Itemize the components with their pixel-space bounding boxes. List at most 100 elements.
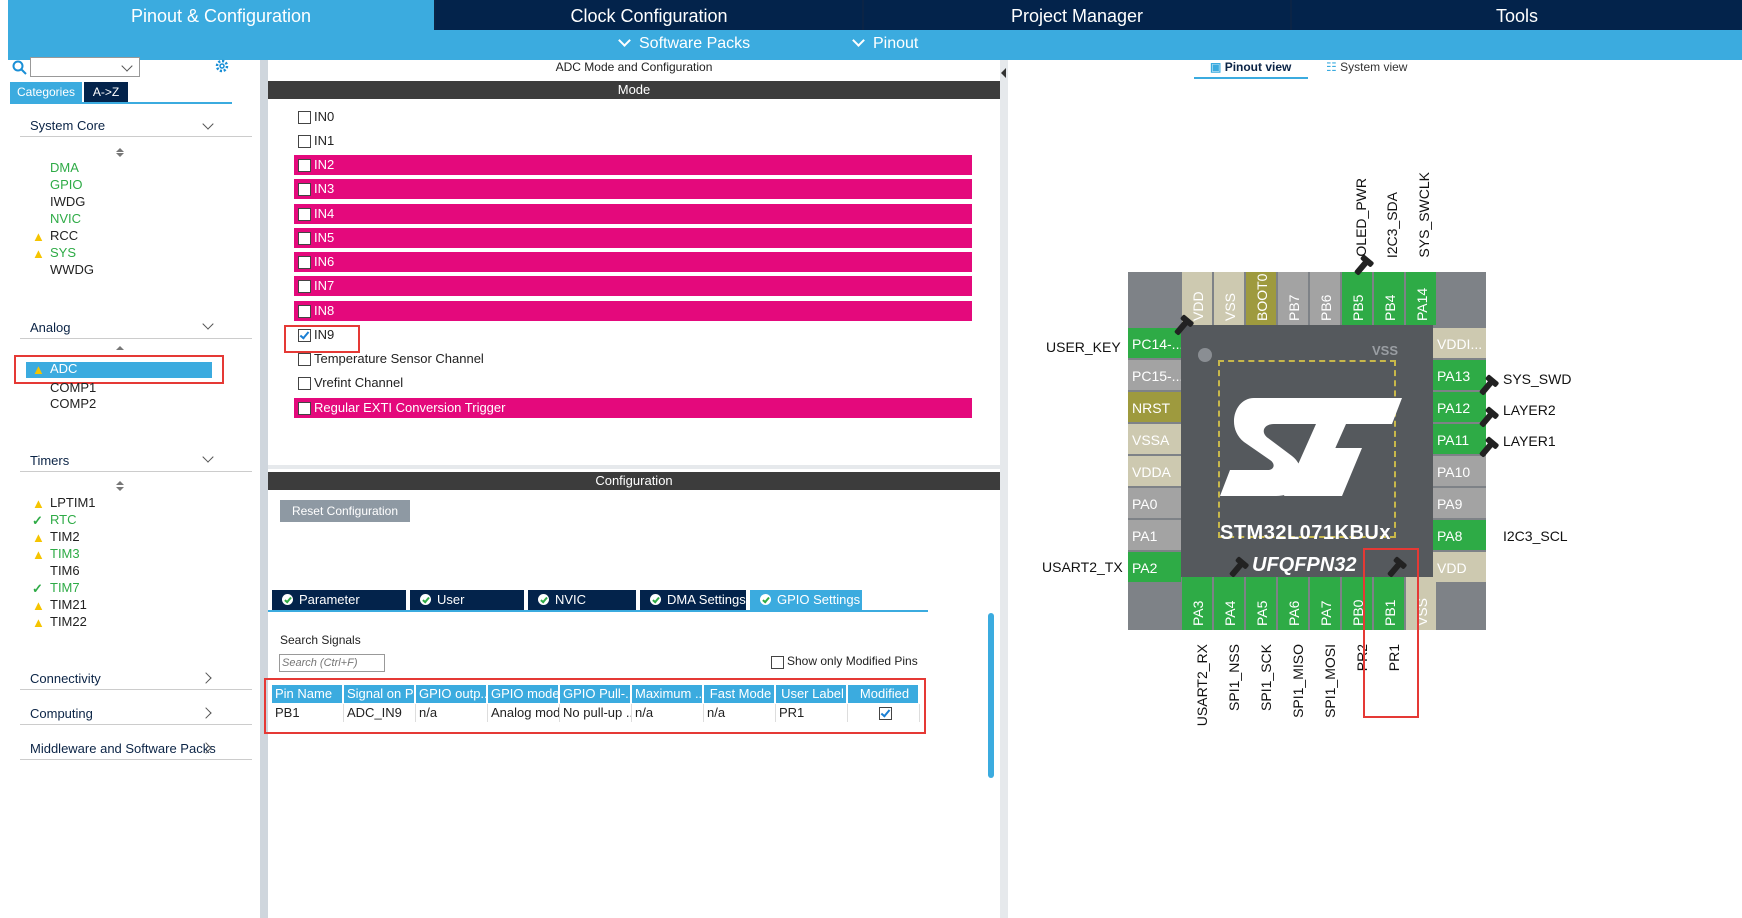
channel-temp-sensor[interactable]: Temperature Sensor Channel (294, 349, 972, 369)
pin-vddio[interactable]: VDDI... (1433, 328, 1486, 358)
pin-right-vdd[interactable]: VDD (1433, 552, 1486, 582)
tab-clock-configuration[interactable]: Clock Configuration (436, 0, 862, 30)
categories-tab[interactable]: Categories (10, 82, 82, 102)
pin-top-vss[interactable]: VSS (1214, 272, 1244, 325)
label-oled-pwr[interactable]: OLED_PWR (1353, 178, 1369, 257)
tab-user-constants[interactable]: User Constants (410, 590, 524, 627)
sort-down-icon[interactable] (116, 153, 124, 157)
channel-in5[interactable]: IN5 (294, 228, 972, 248)
sort-up-icon[interactable] (116, 148, 124, 152)
checkbox[interactable] (298, 159, 311, 172)
pin-pa14[interactable]: PA14 (1406, 272, 1436, 325)
pin-pa5[interactable]: PA5 (1246, 577, 1276, 630)
pin-vdda[interactable]: VDDA (1128, 456, 1181, 486)
label-sys-swclk[interactable]: SYS_SWCLK (1416, 172, 1432, 258)
pin-pa0[interactable]: PA0 (1128, 488, 1181, 518)
checkbox[interactable] (298, 135, 311, 148)
item-rcc[interactable]: ▲ RCC (32, 227, 78, 245)
checkbox[interactable] (298, 377, 311, 390)
chevron-down-icon[interactable] (202, 318, 214, 330)
search-icon[interactable] (12, 60, 28, 76)
item-nvic[interactable]: NVIC (50, 210, 81, 228)
pin-boot0[interactable]: BOOT0 (1246, 272, 1276, 325)
item-tim6[interactable]: TIM6 (50, 562, 80, 580)
checkbox[interactable] (298, 208, 311, 221)
channel-in4[interactable]: IN4 (294, 204, 972, 224)
show-modified-checkbox[interactable] (771, 656, 784, 669)
item-tim21[interactable]: ▲ TIM21 (32, 596, 87, 614)
pin-pb7[interactable]: PB7 (1278, 272, 1308, 325)
pin-pa13[interactable]: PA13 (1433, 360, 1486, 390)
gear-icon[interactable] (214, 58, 230, 74)
channel-in7[interactable]: IN7 (294, 276, 972, 296)
channel-in1[interactable]: IN1 (294, 131, 972, 151)
label-usart2-tx[interactable]: USART2_TX (1042, 559, 1123, 575)
tab-project-manager[interactable]: Project Manager (864, 0, 1290, 30)
reset-configuration-button[interactable]: Reset Configuration (280, 500, 410, 522)
item-tim7[interactable]: ✓ TIM7 (32, 579, 80, 597)
regular-exti-trigger[interactable]: Regular EXTI Conversion Trigger (294, 398, 972, 418)
pin-pc15[interactable]: PC15-... (1128, 360, 1181, 390)
category-system-core[interactable]: System Core (30, 118, 105, 133)
item-wwdg[interactable]: WWDG (50, 261, 94, 279)
az-tab[interactable]: A->Z (84, 82, 128, 102)
checkbox[interactable] (298, 353, 311, 366)
channel-in3[interactable]: IN3 (294, 179, 972, 199)
sort-down-icon[interactable] (116, 487, 124, 491)
search-combo[interactable] (30, 57, 140, 77)
channel-in9[interactable]: IN9 (294, 325, 972, 345)
pin-pa4[interactable]: PA4 (1214, 577, 1244, 630)
channel-in0[interactable]: IN0 (294, 107, 972, 127)
collapse-arrow-icon[interactable] (1001, 68, 1006, 78)
left-splitter[interactable] (260, 60, 268, 918)
label-usart2-rx[interactable]: USART2_RX (1194, 644, 1210, 726)
sort-up-icon[interactable] (116, 481, 124, 485)
pin-pa1[interactable]: PA1 (1128, 520, 1181, 550)
item-comp2[interactable]: COMP2 (50, 395, 96, 413)
chevron-down-icon[interactable] (202, 451, 214, 463)
label-sys-swd[interactable]: SYS_SWD (1503, 371, 1571, 387)
label-spi1-sck[interactable]: SPI1_SCK (1258, 644, 1274, 711)
item-lptim1[interactable]: ▲ LPTIM1 (32, 494, 96, 512)
checkbox[interactable] (298, 305, 311, 318)
category-timers[interactable]: Timers (30, 453, 69, 468)
pin-nrst[interactable]: NRST (1128, 392, 1181, 422)
checkbox[interactable] (298, 232, 311, 245)
channel-vrefint[interactable]: Vrefint Channel (294, 373, 972, 393)
tab-parameter-settings[interactable]: Parameter Settings (272, 590, 406, 627)
label-i2c3-scl[interactable]: I2C3_SCL (1503, 528, 1568, 544)
item-tim2[interactable]: ▲ TIM2 (32, 528, 80, 546)
pin-pa12[interactable]: PA12 (1433, 392, 1486, 422)
tab-dma-settings[interactable]: DMA Settings (640, 590, 746, 610)
pin-pc14[interactable]: PC14-... (1128, 328, 1181, 358)
label-i2c3-sda[interactable]: I2C3_SDA (1384, 192, 1400, 258)
pin-pa3[interactable]: PA3 (1182, 577, 1212, 630)
middle-splitter[interactable] (1000, 60, 1008, 918)
category-analog[interactable]: Analog (30, 320, 70, 335)
category-connectivity[interactable]: Connectivity (30, 671, 101, 686)
item-sys[interactable]: ▲ SYS (32, 244, 76, 262)
search-signals-input[interactable] (279, 654, 385, 672)
checkbox[interactable] (298, 280, 311, 293)
software-packs-menu[interactable]: Software Packs (618, 34, 750, 53)
checkbox[interactable] (298, 111, 311, 124)
tab-nvic-settings[interactable]: NVIC Settings (528, 590, 636, 627)
pin-pb4[interactable]: PB4 (1374, 272, 1404, 325)
label-spi1-miso[interactable]: SPI1_MISO (1290, 644, 1306, 718)
pin-pa9[interactable]: PA9 (1433, 488, 1486, 518)
channel-in6[interactable]: IN6 (294, 252, 972, 272)
item-rtc[interactable]: ✓ RTC (32, 511, 76, 529)
checkbox[interactable] (298, 402, 311, 415)
pin-pa10[interactable]: PA10 (1433, 456, 1486, 486)
category-middleware[interactable]: Middleware and Software Packs (30, 741, 216, 756)
label-user-key[interactable]: USER_KEY (1046, 339, 1121, 355)
system-view-tab[interactable]: ☷ System view (1326, 60, 1407, 74)
channel-in8[interactable]: IN8 (294, 301, 972, 321)
label-spi1-nss[interactable]: SPI1_NSS (1226, 644, 1242, 711)
tab-tools[interactable]: Tools (1292, 0, 1742, 30)
pin-vssa[interactable]: VSSA (1128, 424, 1181, 454)
label-spi1-mosi[interactable]: SPI1_MOSI (1322, 644, 1338, 718)
chevron-down-icon[interactable] (202, 118, 214, 130)
tab-pinout-configuration[interactable]: Pinout & Configuration (8, 0, 434, 30)
label-layer1[interactable]: LAYER1 (1503, 433, 1556, 449)
